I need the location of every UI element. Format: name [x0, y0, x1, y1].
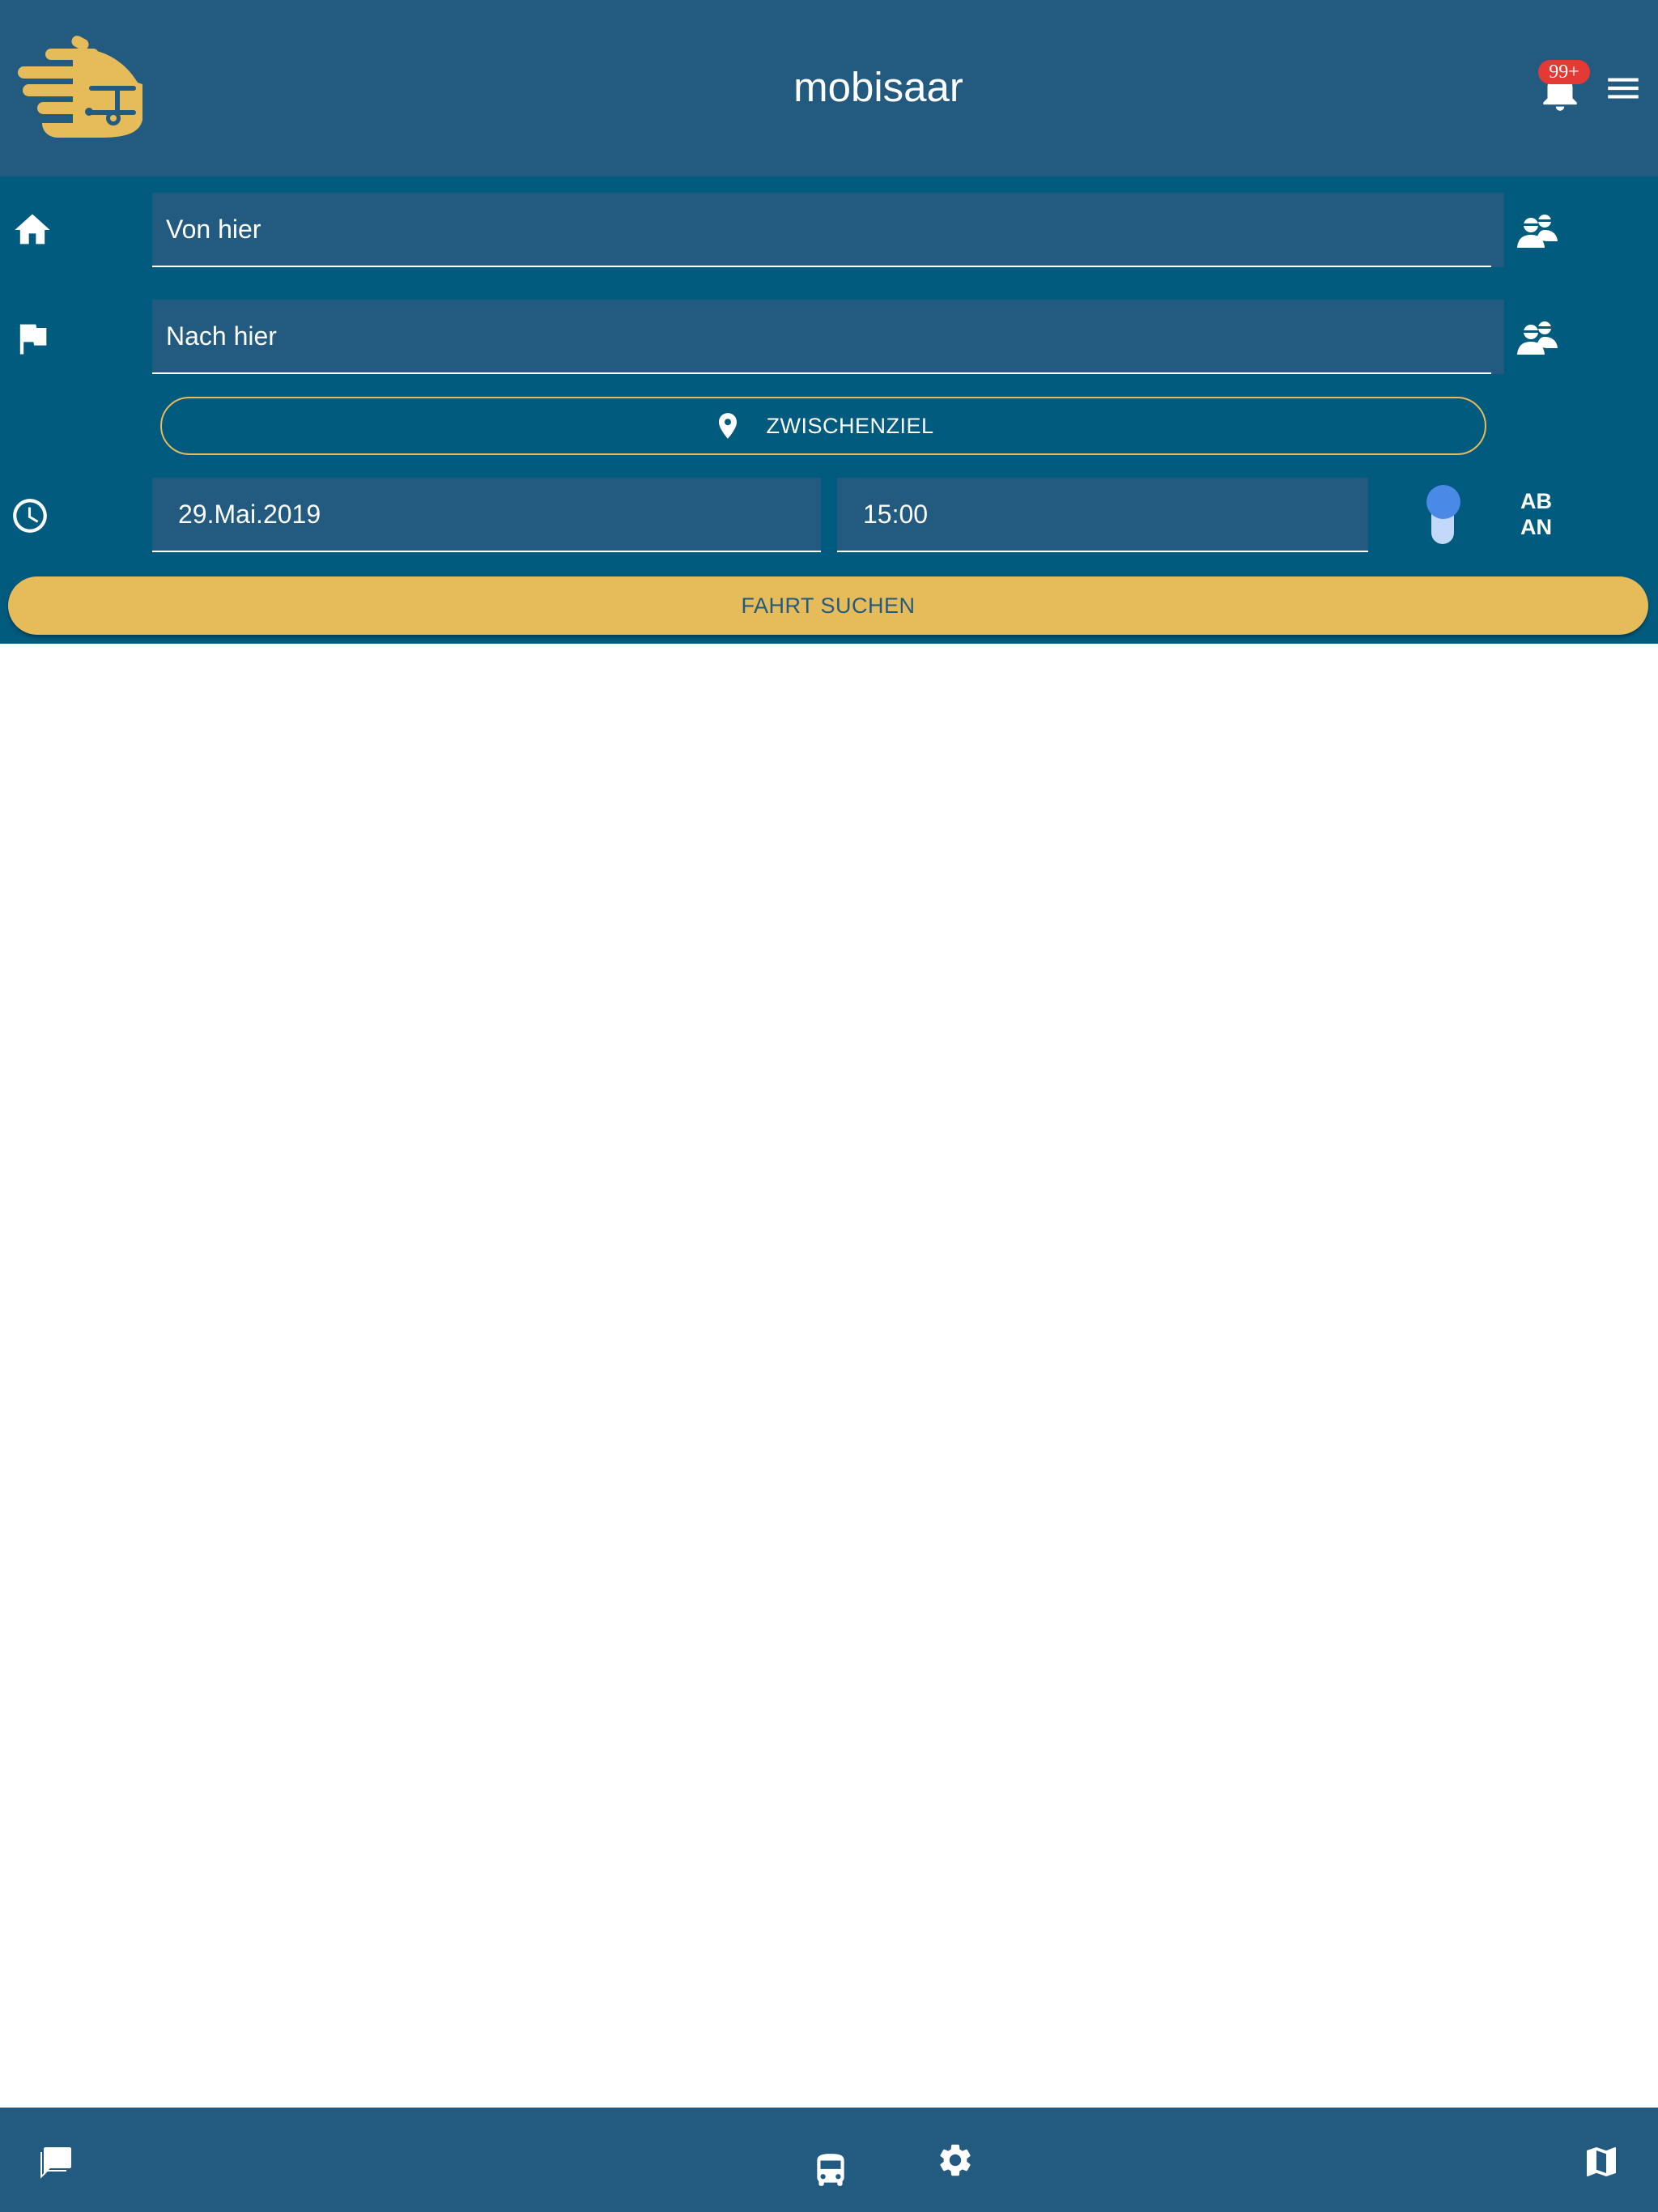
app-header: mobisaar 99+	[0, 0, 1658, 177]
map-icon[interactable]	[1582, 2142, 1621, 2181]
time-value: 15:00	[863, 499, 929, 529]
home-icon	[11, 209, 53, 251]
to-input[interactable]: Nach hier	[152, 300, 1491, 374]
app-title: mobisaar	[793, 64, 963, 110]
search-trip-button[interactable]: FAHRT SUCHEN	[8, 576, 1648, 635]
from-input[interactable]: Von hier	[152, 193, 1491, 267]
time-input[interactable]: 15:00	[837, 478, 1368, 552]
flag-icon	[11, 317, 53, 359]
date-input[interactable]: 29.Mai.2019	[152, 478, 821, 552]
location-pin-icon	[719, 413, 738, 439]
departure-label[interactable]: AB	[1520, 489, 1552, 514]
date-value: 29.Mai.2019	[178, 499, 321, 529]
to-input-cap	[1491, 300, 1504, 374]
bus-icon[interactable]	[810, 2150, 851, 2191]
chat-icon[interactable]	[37, 2141, 76, 2180]
to-placeholder: Nach hier	[166, 321, 277, 351]
toggle-knob[interactable]	[1426, 485, 1460, 519]
settings-icon[interactable]	[936, 2141, 975, 2180]
add-stopover-button[interactable]: ZWISCHENZIEL	[160, 397, 1486, 455]
arrival-label[interactable]: AN	[1520, 515, 1552, 540]
hamburger-menu-icon[interactable]	[1603, 68, 1643, 108]
from-input-cap	[1491, 193, 1504, 267]
stopover-label: ZWISCHENZIEL	[766, 413, 934, 438]
from-contacts-icon[interactable]	[1517, 212, 1558, 249]
notification-count-badge: 99+	[1538, 60, 1590, 84]
to-contacts-icon[interactable]	[1517, 319, 1558, 356]
from-placeholder: Von hier	[166, 214, 261, 244]
clock-icon	[10, 496, 50, 536]
